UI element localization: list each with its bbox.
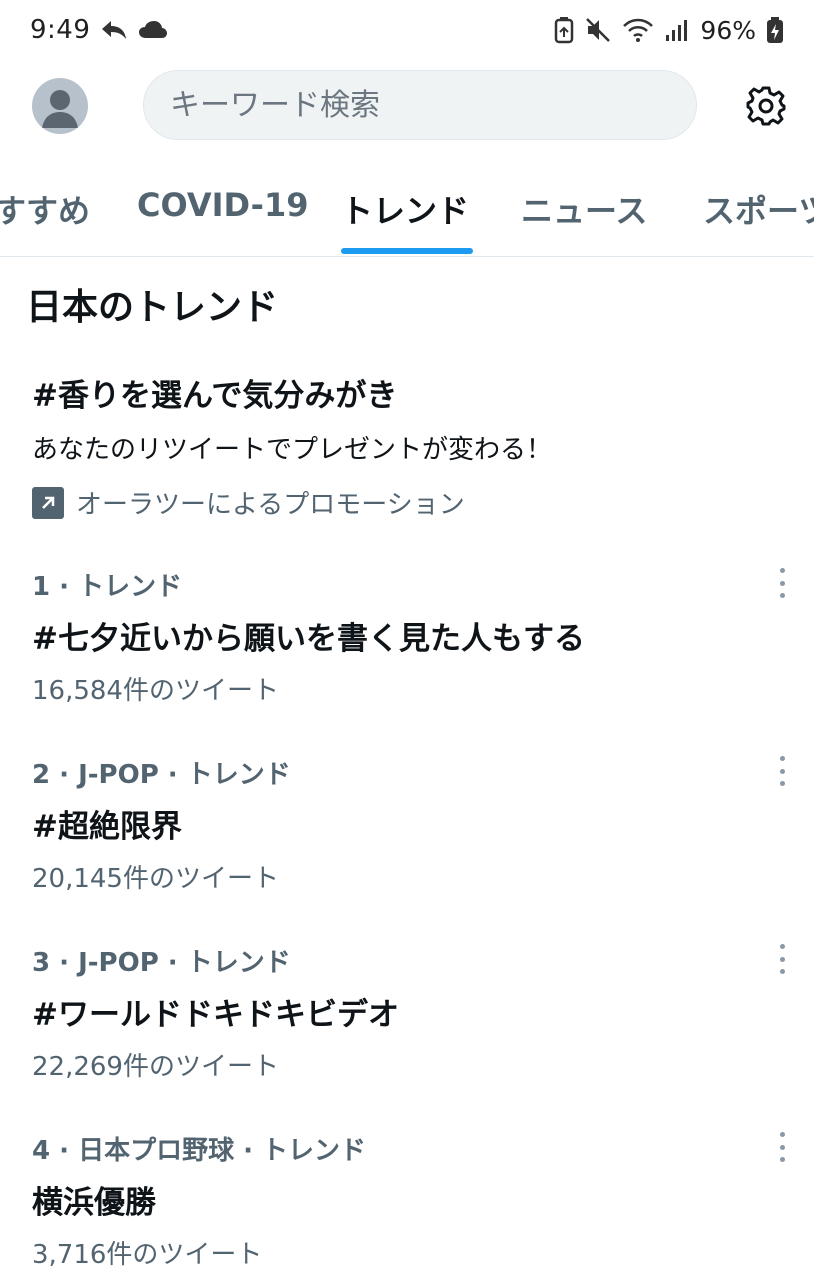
trend-meta: 2 · J-POP · トレンド <box>32 760 291 790</box>
trend-item[interactable]: 3 · J-POP · トレンド #ワールドドキドキビデオ 22,269件のツイ… <box>32 942 792 1092</box>
status-left: 9:49 <box>30 15 168 45</box>
signal-icon <box>664 17 690 43</box>
status-bar: 9:49 96% <box>0 0 814 60</box>
trend-count: 20,145件のツイート <box>32 864 279 894</box>
reply-arrow-icon <box>100 18 128 42</box>
more-options-icon[interactable] <box>770 756 794 786</box>
trend-meta: 4 · 日本プロ野球 · トレンド <box>32 1136 367 1166</box>
more-options-icon[interactable] <box>770 944 794 974</box>
trend-meta: 1 · トレンド <box>32 572 183 602</box>
battery-saver-icon <box>554 16 574 44</box>
trend-item[interactable]: 2 · J-POP · トレンド #超絶限界 20,145件のツイート <box>32 754 792 904</box>
battery-charging-icon <box>766 16 784 44</box>
top-bar <box>0 68 814 144</box>
trend-item[interactable]: 4 · 日本プロ野球 · トレンド 横浜優勝 3,716件のツイート <box>32 1130 792 1280</box>
promo-attribution: オーラツーによるプロモーション <box>32 484 792 521</box>
active-tab-indicator <box>341 248 473 254</box>
avatar[interactable] <box>32 78 88 134</box>
status-right: 96% <box>554 16 784 45</box>
promoted-trend[interactable]: #香りを選んで気分みがき あなたのリツイートでプレゼントが変わる！ オーラツーに… <box>32 370 792 521</box>
status-time: 9:49 <box>30 15 91 45</box>
tab-trends[interactable]: トレンド <box>341 186 469 232</box>
mute-icon <box>584 16 612 44</box>
promo-description: あなたのリツイートでプレゼントが変わる！ <box>32 435 553 465</box>
battery-percent: 96% <box>700 15 756 45</box>
tab-recommended[interactable]: すすめ <box>0 186 90 232</box>
more-options-icon[interactable] <box>770 1132 794 1162</box>
promo-title: #香りを選んで気分みがき <box>32 378 398 414</box>
trend-count: 3,716件のツイート <box>32 1240 263 1270</box>
trend-count: 16,584件のツイート <box>32 676 279 706</box>
default-avatar-icon <box>42 90 78 128</box>
wifi-icon <box>622 17 654 43</box>
more-options-icon[interactable] <box>770 568 794 598</box>
section-title: 日本のトレンド <box>26 287 279 328</box>
trend-title: #ワールドドキドキビデオ <box>32 997 399 1033</box>
settings-button[interactable] <box>744 84 788 128</box>
trend-title: #超絶限界 <box>32 809 182 845</box>
trend-meta: 3 · J-POP · トレンド <box>32 948 291 978</box>
tab-news[interactable]: ニュース <box>521 186 647 232</box>
trend-item[interactable]: 1 · トレンド #七夕近いから願いを書く見た人もする 16,584件のツイート <box>32 566 792 716</box>
cloud-icon <box>138 20 168 40</box>
search-bar[interactable] <box>143 70 697 140</box>
trend-title: 横浜優勝 <box>32 1185 156 1221</box>
search-input[interactable] <box>168 86 696 124</box>
promo-attribution-text: オーラツーによるプロモーション <box>76 490 465 520</box>
gear-icon <box>746 86 786 126</box>
trend-title: #七夕近いから願いを書く見た人もする <box>32 621 585 657</box>
trend-count: 22,269件のツイート <box>32 1052 279 1082</box>
tab-covid[interactable]: COVID-19 <box>137 186 308 224</box>
explore-tabs: すすめ COVID-19 トレンド ニュース スポーツ <box>0 168 814 257</box>
promoted-arrow-icon <box>32 486 64 519</box>
tab-sports[interactable]: スポーツ <box>703 186 814 232</box>
